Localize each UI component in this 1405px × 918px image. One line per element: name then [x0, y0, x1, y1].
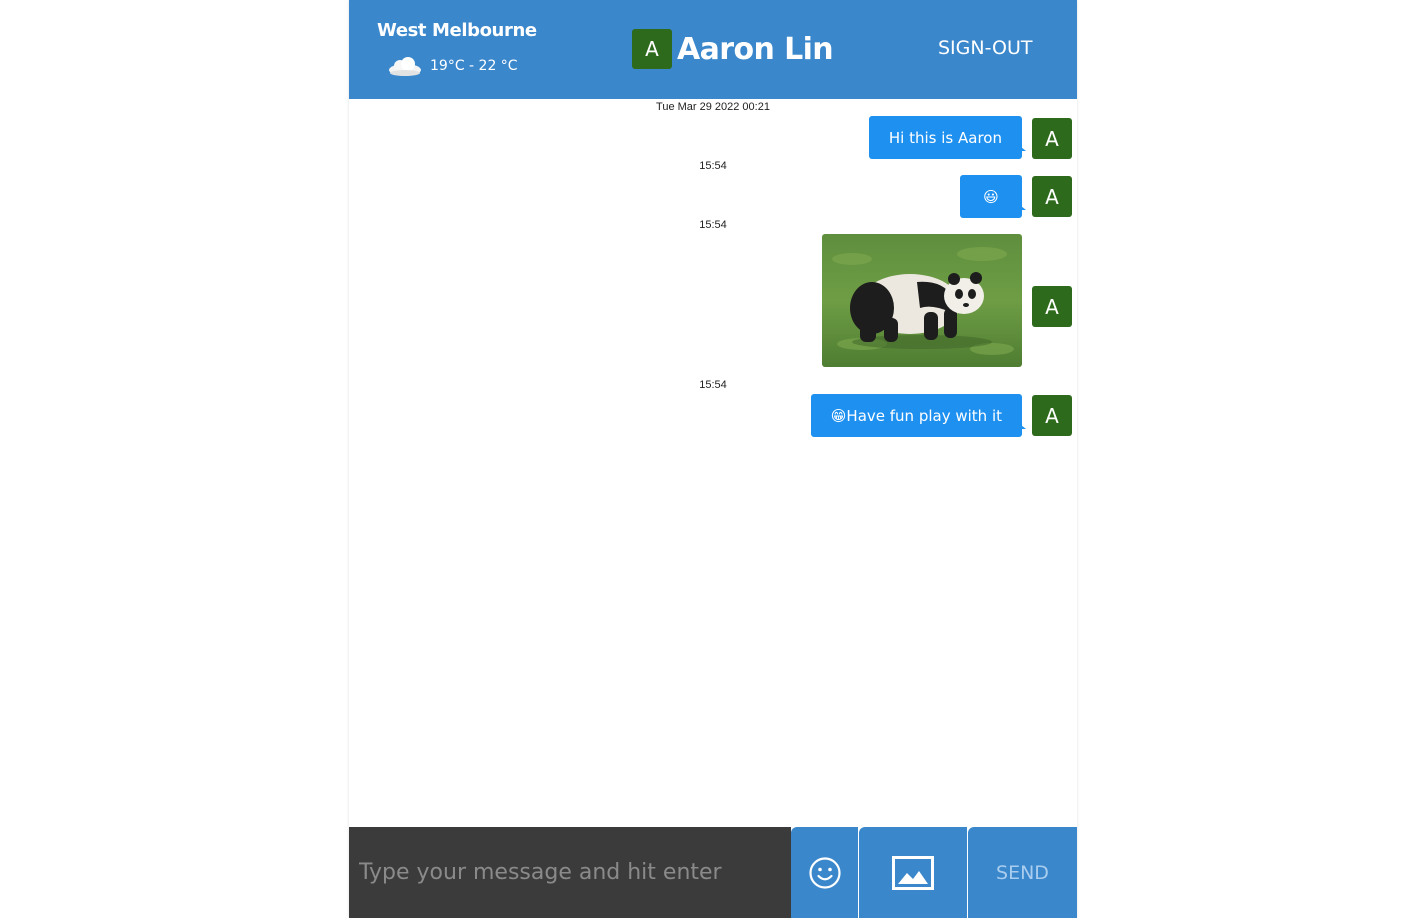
message-time: 15:54	[699, 219, 727, 231]
message-composer: SEND	[349, 827, 1077, 918]
emoji-button[interactable]	[791, 827, 859, 918]
panda-photo[interactable]	[822, 234, 1022, 367]
message-time: 15:54	[699, 379, 727, 391]
emoji-message-bubble: 😃	[960, 175, 1026, 218]
message-bubble: Hi this is Aaron	[868, 116, 1027, 159]
smiley-icon	[808, 856, 841, 889]
message-avatar: A	[1032, 176, 1072, 217]
current-user: A Aaron Lin	[632, 29, 834, 69]
sign-out-button[interactable]: SIGN-OUT	[938, 37, 1032, 59]
weather-location: West Melbourne	[377, 20, 537, 41]
weather-temperature: 19°C - 22 °C	[430, 58, 518, 74]
message-avatar: A	[1032, 118, 1072, 159]
send-button[interactable]: SEND	[968, 827, 1077, 918]
cloud-icon	[389, 57, 421, 76]
message-avatar: A	[1032, 286, 1072, 327]
message-avatar: A	[1032, 395, 1072, 436]
message-input[interactable]	[349, 827, 791, 918]
weather-info: 19°C - 22 °C	[387, 55, 518, 77]
message-bubble: 😁Have fun play with it	[810, 394, 1027, 437]
image-upload-button[interactable]	[859, 827, 968, 918]
message-list: Tue Mar 29 2022 00:21 Hi this is Aaron A…	[349, 99, 1077, 827]
user-avatar: A	[632, 29, 672, 69]
chat-app: West Melbourne 19°C - 22 °C A Aaron Lin …	[349, 0, 1077, 918]
user-name: Aaron Lin	[677, 31, 834, 67]
message-time: 15:54	[699, 160, 727, 172]
date-header: Tue Mar 29 2022 00:21	[656, 101, 770, 113]
chat-header: West Melbourne 19°C - 22 °C A Aaron Lin …	[349, 0, 1077, 99]
image-icon	[892, 855, 934, 890]
